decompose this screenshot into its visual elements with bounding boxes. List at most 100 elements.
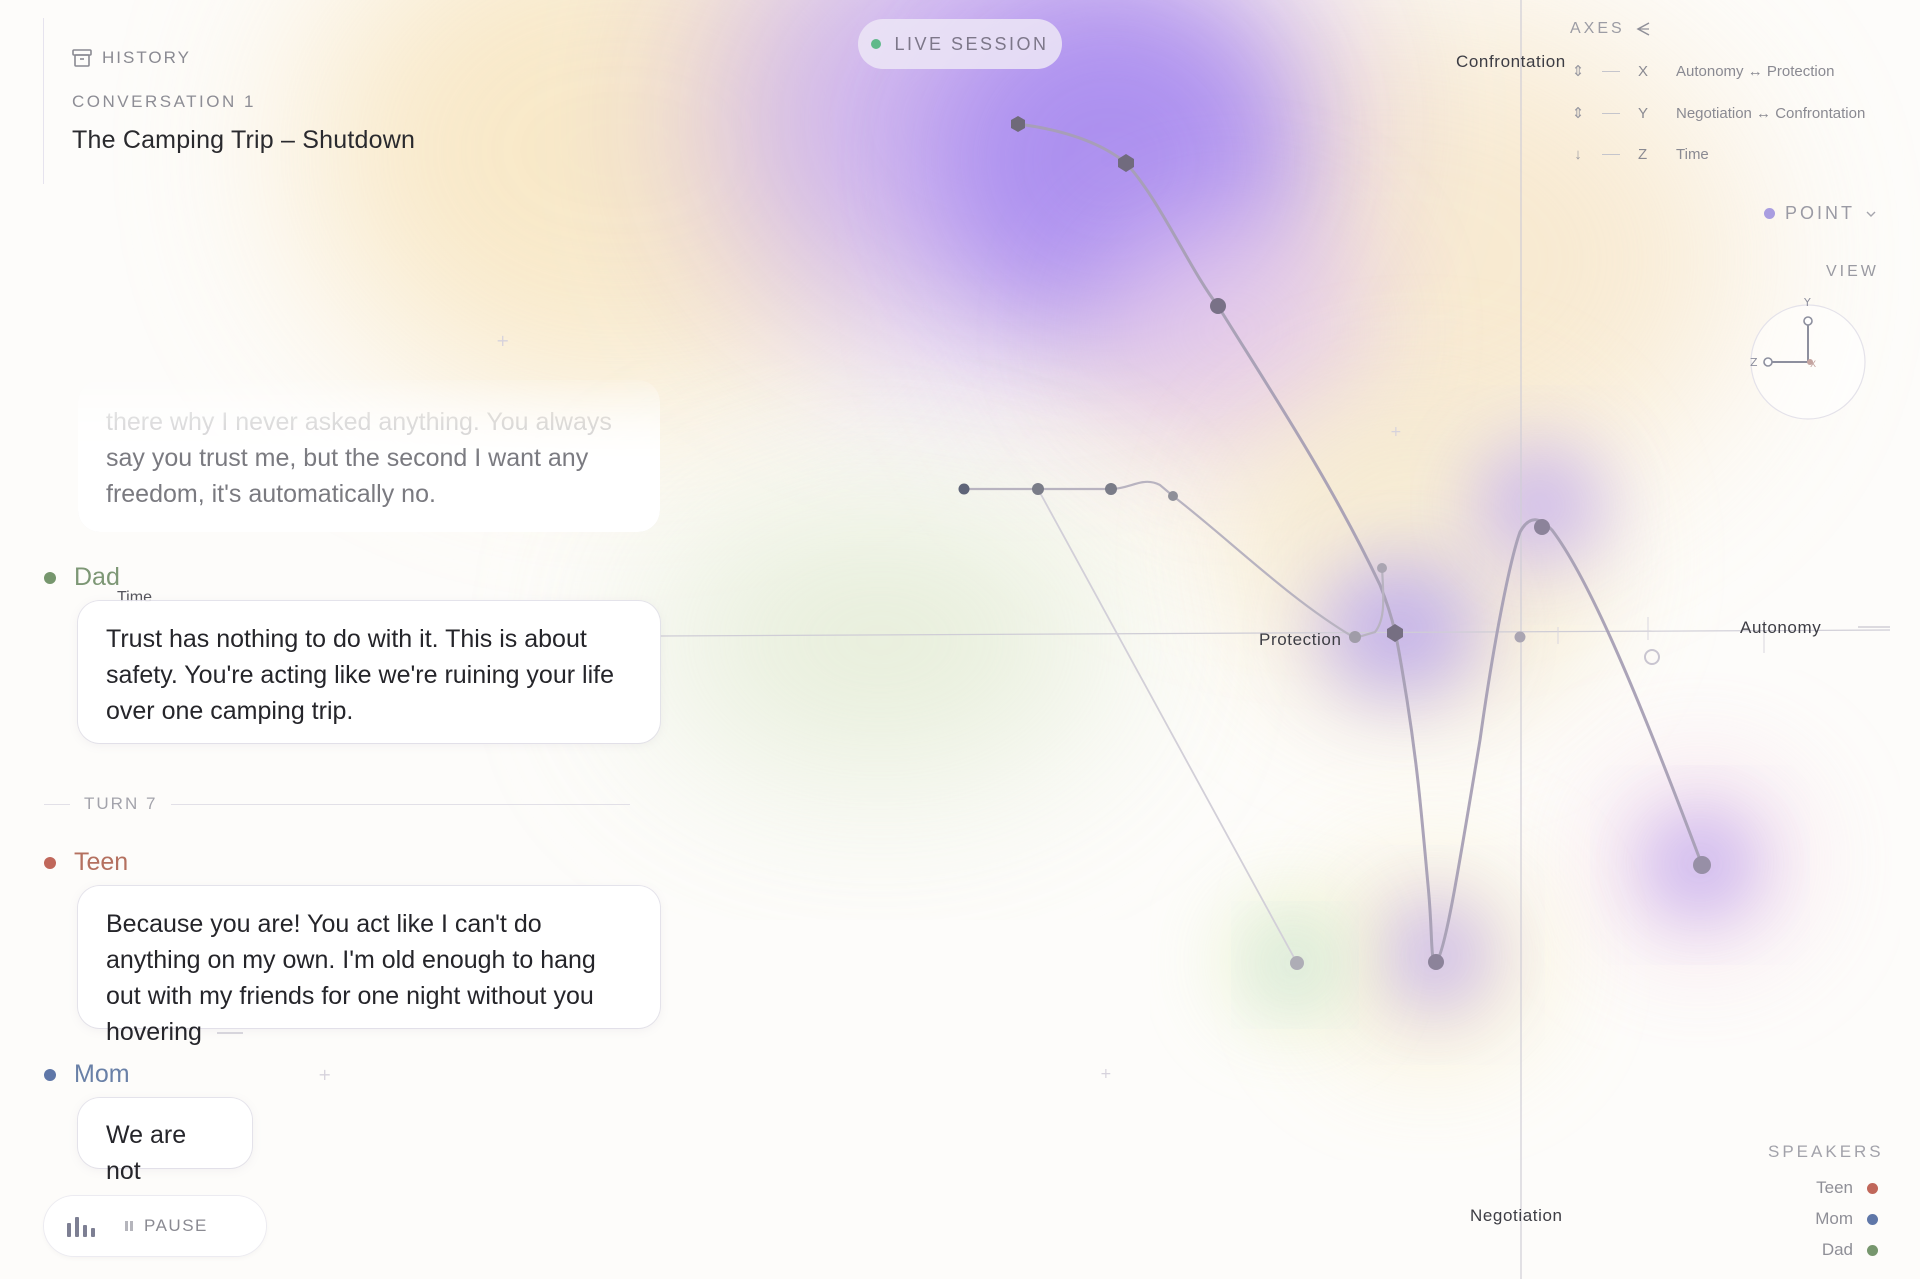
history-label: HISTORY bbox=[102, 48, 191, 67]
message-text: Trust has nothing to do with it. This is… bbox=[106, 625, 614, 725]
faded-message-line: there why I never asked anything. You al… bbox=[106, 408, 612, 436]
legend-label: Teen bbox=[1816, 1178, 1853, 1197]
sparkle-marker: + bbox=[496, 331, 509, 350]
conversation-visualizer: + + + + Confrontation Autonomy Protectio… bbox=[0, 0, 1920, 1279]
axis-key: Y bbox=[1638, 104, 1649, 122]
legend-item-mom[interactable]: Mom bbox=[1815, 1209, 1878, 1229]
speaker-name: Teen bbox=[74, 848, 129, 876]
teen-point[interactable] bbox=[1428, 954, 1444, 970]
gizmo-z-handle[interactable] bbox=[1763, 357, 1773, 367]
axis-description: Time bbox=[1676, 146, 1709, 163]
teen-point[interactable] bbox=[1534, 519, 1550, 535]
axis-y-arrow-icon: ⇕ bbox=[1571, 105, 1585, 122]
history-button[interactable]: HISTORY bbox=[72, 48, 463, 68]
view-orientation-gizmo[interactable]: Y Z X bbox=[1748, 292, 1872, 422]
sparkle-marker: + bbox=[1390, 424, 1402, 440]
point-mode-dot bbox=[1764, 208, 1775, 219]
gizmo-label-z: Z bbox=[1750, 356, 1758, 369]
render-mode-select[interactable]: POINT bbox=[1764, 203, 1877, 224]
axis-label-confrontation: Confrontation bbox=[1456, 52, 1566, 71]
axis-row-y: ⇕ Y Negotiation ↔ Confrontation bbox=[1568, 104, 1866, 123]
turn-divider: TURN 7 bbox=[44, 793, 630, 815]
archive-icon bbox=[72, 49, 92, 67]
teen-point[interactable] bbox=[1011, 116, 1025, 132]
divider-line bbox=[44, 803, 70, 805]
message-bubble-mom: We are not bbox=[78, 1098, 252, 1185]
axis-label-negotiation: Negotiation bbox=[1470, 1206, 1563, 1225]
message-text: Because you are! You act like I can't do… bbox=[106, 910, 596, 1046]
mom-point[interactable] bbox=[1349, 631, 1361, 643]
axis-label-protection: Protection bbox=[1259, 630, 1342, 649]
axis-description: Autonomy ↔ Protection bbox=[1676, 62, 1835, 80]
pause-button[interactable]: PAUSE bbox=[124, 1216, 208, 1236]
mom-point[interactable] bbox=[1105, 483, 1117, 495]
axes-panel-header[interactable]: AXES bbox=[1570, 20, 1651, 38]
axis-line-sample bbox=[1602, 154, 1620, 155]
mom-point[interactable] bbox=[1032, 483, 1044, 495]
sparkle-marker: + bbox=[1100, 1066, 1112, 1082]
faded-message-line: say you trust me, but the second I want … bbox=[106, 444, 589, 472]
axis-key: Z bbox=[1638, 146, 1648, 163]
live-session-badge[interactable]: LIVE SESSION bbox=[858, 19, 1062, 69]
chevron-down-icon bbox=[1866, 211, 1876, 217]
axes-icon bbox=[1636, 22, 1650, 36]
speaker-name: Dad bbox=[74, 563, 120, 591]
speaker-header-dad: Dad bbox=[44, 563, 120, 592]
legend-color-dot bbox=[1867, 1182, 1878, 1194]
axis-line-sample bbox=[1602, 70, 1620, 72]
axis-description: Negotiation ↔ Confrontation bbox=[1676, 104, 1866, 122]
speaker-header-teen: Teen bbox=[44, 848, 128, 877]
mom-point[interactable] bbox=[958, 483, 970, 495]
axes-title: AXES bbox=[1570, 20, 1625, 37]
teen-point[interactable] bbox=[1693, 856, 1711, 874]
dad-dot bbox=[44, 571, 56, 584]
live-session-label: LIVE SESSION bbox=[894, 33, 1049, 54]
pause-icon bbox=[125, 1221, 133, 1231]
live-status-dot bbox=[871, 39, 882, 49]
faded-message-line: freedom, it's automatically no. bbox=[106, 480, 436, 508]
dad-point[interactable] bbox=[1290, 956, 1304, 970]
sparkle-marker: + bbox=[318, 1065, 331, 1084]
mom-dot bbox=[44, 1068, 56, 1081]
speakers-legend-title: SPEAKERS bbox=[1768, 1142, 1884, 1161]
message-bubble-teen: Because you are! You act like I can't do… bbox=[78, 886, 660, 1046]
conversation-title[interactable]: The Camping Trip – Shutdown bbox=[72, 126, 463, 155]
axis-row-z: ↓ Z Time bbox=[1568, 146, 1709, 163]
mom-point[interactable] bbox=[1168, 491, 1178, 501]
teen-trajectory bbox=[1016, 122, 1704, 964]
teen-point[interactable] bbox=[1210, 298, 1226, 314]
message-bubble-dad: Trust has nothing to do with it. This is… bbox=[78, 601, 660, 743]
axis-row-x: ⇕ X Autonomy ↔ Protection bbox=[1568, 62, 1835, 81]
typing-indicator bbox=[216, 1032, 243, 1035]
playback-controls: PAUSE bbox=[44, 1196, 266, 1256]
turn-label: TURN 7 bbox=[84, 794, 158, 813]
mom-trajectory bbox=[962, 480, 1385, 640]
audio-levels-icon[interactable] bbox=[66, 1215, 98, 1237]
view-label: VIEW bbox=[1826, 263, 1879, 280]
gizmo-y-handle[interactable] bbox=[1803, 316, 1813, 326]
history-panel: HISTORY CONVERSATION 1 The Camping Trip … bbox=[43, 18, 463, 184]
axis-x-arrow-icon: ⇕ bbox=[1571, 63, 1585, 80]
pause-label: PAUSE bbox=[144, 1216, 208, 1235]
legend-color-dot bbox=[1867, 1213, 1878, 1225]
axis-line-sample bbox=[1602, 112, 1620, 114]
hover-marker[interactable] bbox=[1644, 649, 1660, 665]
axis-label-autonomy: Autonomy bbox=[1740, 618, 1822, 637]
conversation-label: CONVERSATION 1 bbox=[72, 92, 256, 111]
legend-label: Mom bbox=[1815, 1209, 1853, 1228]
teen-dot bbox=[44, 856, 56, 869]
message-bubble-faded: there why I never asked anything. You al… bbox=[78, 380, 660, 532]
dad-trajectory bbox=[1037, 488, 1298, 964]
legend-color-dot bbox=[1867, 1244, 1878, 1256]
mom-point[interactable] bbox=[1377, 563, 1387, 573]
origin-point[interactable] bbox=[1514, 631, 1526, 643]
legend-item-dad[interactable]: Dad bbox=[1822, 1240, 1878, 1260]
axis-z-arrow-icon: ↓ bbox=[1574, 146, 1582, 163]
gizmo-label-y: Y bbox=[1803, 296, 1811, 309]
legend-item-teen[interactable]: Teen bbox=[1816, 1178, 1878, 1198]
teen-point[interactable] bbox=[1387, 624, 1403, 642]
speaker-header-mom: Mom bbox=[44, 1060, 130, 1089]
render-mode-label: POINT bbox=[1785, 203, 1856, 223]
divider-line bbox=[171, 803, 630, 805]
gizmo-label-x: X bbox=[1810, 360, 1816, 370]
